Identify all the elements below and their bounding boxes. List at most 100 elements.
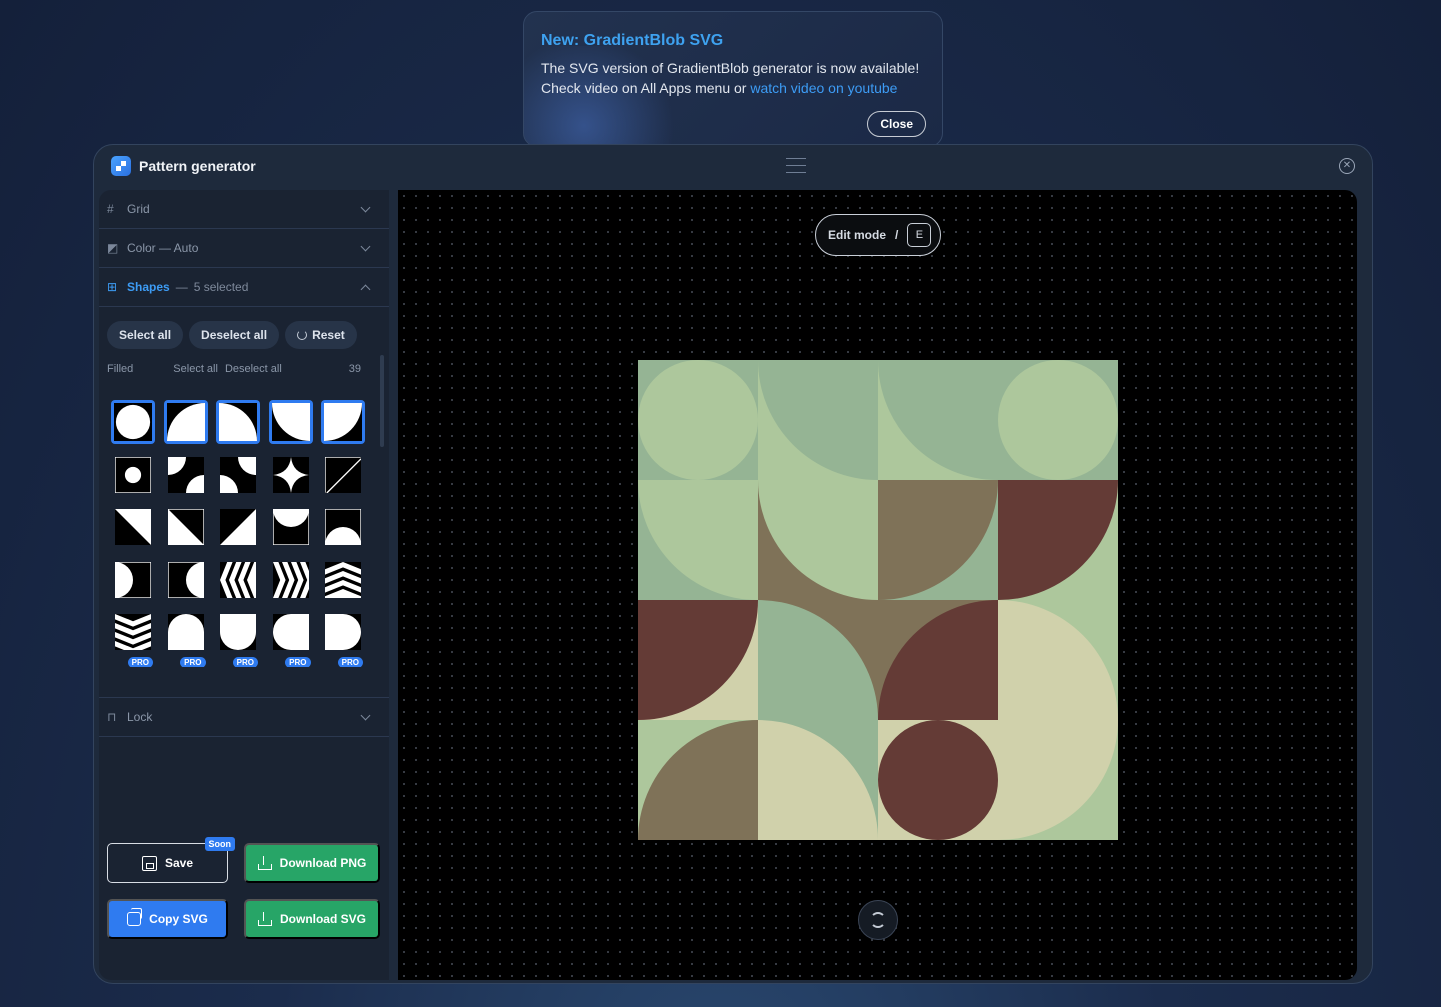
- accordion-lock[interactable]: ⊓ Lock: [99, 698, 389, 737]
- shape-tile-quarter-bl[interactable]: [163, 400, 208, 444]
- pattern-logo-icon: [111, 156, 131, 176]
- download-icon: [257, 912, 272, 926]
- shape-tile-arrows-down[interactable]: [111, 610, 155, 654]
- pattern-preview[interactable]: [638, 360, 1118, 840]
- edit-mode-separator: /: [895, 228, 899, 242]
- shape-tile-pro[interactable]: PRO: [111, 656, 155, 667]
- pro-badge: PRO: [127, 656, 153, 667]
- edit-mode-label: Edit mode: [828, 228, 887, 242]
- shape-tile-triangle-br[interactable]: [111, 505, 155, 549]
- announcement-line-2: Check video on All Apps menu or watch vi…: [541, 78, 925, 98]
- shape-tile-arrows-right[interactable]: [269, 558, 313, 602]
- shape-tile-arch-bottom[interactable]: [216, 610, 260, 654]
- shapes-bulk-actions: Select all Deselect all Reset: [99, 307, 389, 349]
- youtube-video-link[interactable]: watch video on youtube: [750, 80, 897, 96]
- copy-svg-label: Copy SVG: [149, 912, 208, 926]
- accordion-shapes-label: Shapes: [127, 280, 170, 294]
- settings-sidebar: # Grid ◩ Color — Auto ⊞ Shapes — 5 selec…: [99, 190, 389, 980]
- regenerate-button[interactable]: [858, 900, 898, 940]
- accordion-grid-label: Grid: [127, 202, 150, 216]
- shape-tile-corners-a[interactable]: [164, 453, 208, 497]
- download-png-button[interactable]: Download PNG: [244, 843, 380, 883]
- shape-tile-pro[interactable]: PRO: [164, 656, 208, 667]
- shape-tile-corners-b[interactable]: [216, 453, 260, 497]
- shape-tile-arch-left[interactable]: [269, 610, 313, 654]
- announcement-body: The SVG version of GradientBlob generato…: [541, 58, 925, 98]
- shape-grid: PRO PRO PRO PRO PRO: [111, 400, 367, 667]
- lock-icon: ⊓: [107, 710, 117, 724]
- pro-badge: PRO: [337, 656, 363, 667]
- announcement-title: New: GradientBlob SVG: [541, 32, 724, 49]
- shape-tile-pro[interactable]: PRO: [269, 656, 313, 667]
- chevron-up-icon: [360, 284, 371, 294]
- shape-tile-half-bottom[interactable]: [321, 505, 365, 549]
- shape-tile-half-top[interactable]: [269, 505, 313, 549]
- window-titlebar: Pattern generator ✕: [94, 145, 1372, 189]
- hamburger-icon[interactable]: [786, 158, 806, 174]
- reset-button[interactable]: Reset: [285, 321, 357, 349]
- accordion-color-label: Color — Auto: [127, 241, 199, 255]
- shape-tile-triangle-tr[interactable]: [321, 453, 365, 497]
- refresh-icon: [870, 912, 886, 928]
- shape-tile-half-left[interactable]: [111, 558, 155, 602]
- accordion-lock-wrapper: ⊓ Lock: [99, 697, 389, 737]
- filled-count: 39: [348, 363, 361, 375]
- shapes-scrollbar[interactable]: [380, 355, 384, 447]
- shape-tile-dot[interactable]: [111, 453, 155, 497]
- announcement-line-1: The SVG version of GradientBlob generato…: [541, 60, 920, 76]
- shape-tile-arch-top[interactable]: [164, 610, 208, 654]
- save-icon: [141, 855, 157, 871]
- accordion-grid[interactable]: # Grid: [99, 190, 389, 229]
- pro-badge: PRO: [285, 656, 311, 667]
- copy-icon: [127, 908, 143, 926]
- save-label: Save: [164, 856, 194, 870]
- shape-tile-star[interactable]: [269, 453, 313, 497]
- shapes-selected-count: 5 selected: [193, 280, 249, 294]
- shape-tile-triangle-tl[interactable]: [216, 505, 260, 549]
- accordion-shapes[interactable]: ⊞ Shapes — 5 selected: [99, 268, 389, 307]
- select-all-button[interactable]: Select all: [107, 321, 184, 349]
- shape-tile-pro[interactable]: PRO: [321, 656, 365, 667]
- copy-svg-button[interactable]: Copy SVG: [107, 899, 228, 939]
- shape-tile-arch-right[interactable]: [321, 610, 365, 654]
- chevron-down-icon: [360, 202, 371, 212]
- announcement-line-2-text: Check video on All Apps menu or: [541, 80, 751, 96]
- announcement-close-button[interactable]: Close: [867, 111, 926, 137]
- download-svg-button[interactable]: Download SVG: [244, 899, 380, 939]
- accordion-color[interactable]: ◩ Color — Auto: [99, 229, 389, 268]
- palette-icon: ◩: [107, 241, 119, 255]
- shape-tile-quarter-br[interactable]: [216, 400, 260, 444]
- accordion-lock-label: Lock: [127, 710, 153, 724]
- download-svg-label: Download SVG: [279, 912, 366, 926]
- filled-deselect-all-link[interactable]: Deselect all: [225, 363, 282, 375]
- save-button[interactable]: Save Soon: [107, 837, 235, 883]
- shape-tile-arrows-up[interactable]: [321, 558, 365, 602]
- chevron-down-icon: [360, 241, 371, 251]
- filled-group-header: Filled Select all Deselect all 39: [99, 363, 389, 375]
- edit-mode-toggle[interactable]: Edit mode / E: [815, 214, 941, 256]
- pro-badge: PRO: [232, 656, 258, 667]
- hash-icon: #: [107, 202, 114, 216]
- soon-badge: Soon: [204, 837, 235, 851]
- shape-tile-pro[interactable]: PRO: [216, 656, 260, 667]
- close-circle-icon[interactable]: ✕: [1339, 158, 1355, 174]
- shape-tile-quarter-tl[interactable]: [268, 400, 313, 444]
- shape-tile-half-right[interactable]: [164, 558, 208, 602]
- preview-canvas[interactable]: Edit mode / E: [398, 190, 1357, 980]
- window-title: Pattern generator: [139, 158, 256, 174]
- accordion-shapes-separator: —: [175, 280, 188, 294]
- download-png-label: Download PNG: [279, 856, 367, 870]
- filled-group-label: Filled: [107, 363, 134, 375]
- shape-tile-triangle-bl[interactable]: [164, 505, 208, 549]
- grid-icon: ⊞: [107, 280, 118, 294]
- filled-select-all-link[interactable]: Select all: [173, 363, 218, 375]
- reset-label: Reset: [312, 328, 345, 342]
- pro-badge: PRO: [180, 656, 206, 667]
- chevron-down-icon: [360, 710, 371, 720]
- pattern-generator-window: Pattern generator ✕ # Grid ◩ Color — Aut…: [93, 144, 1373, 984]
- shape-tile-circle[interactable]: [111, 400, 155, 444]
- deselect-all-button[interactable]: Deselect all: [189, 321, 280, 349]
- shape-tile-quarter-tr[interactable]: [321, 400, 365, 444]
- reset-icon: [297, 330, 308, 340]
- shape-tile-arrows-left[interactable]: [216, 558, 260, 602]
